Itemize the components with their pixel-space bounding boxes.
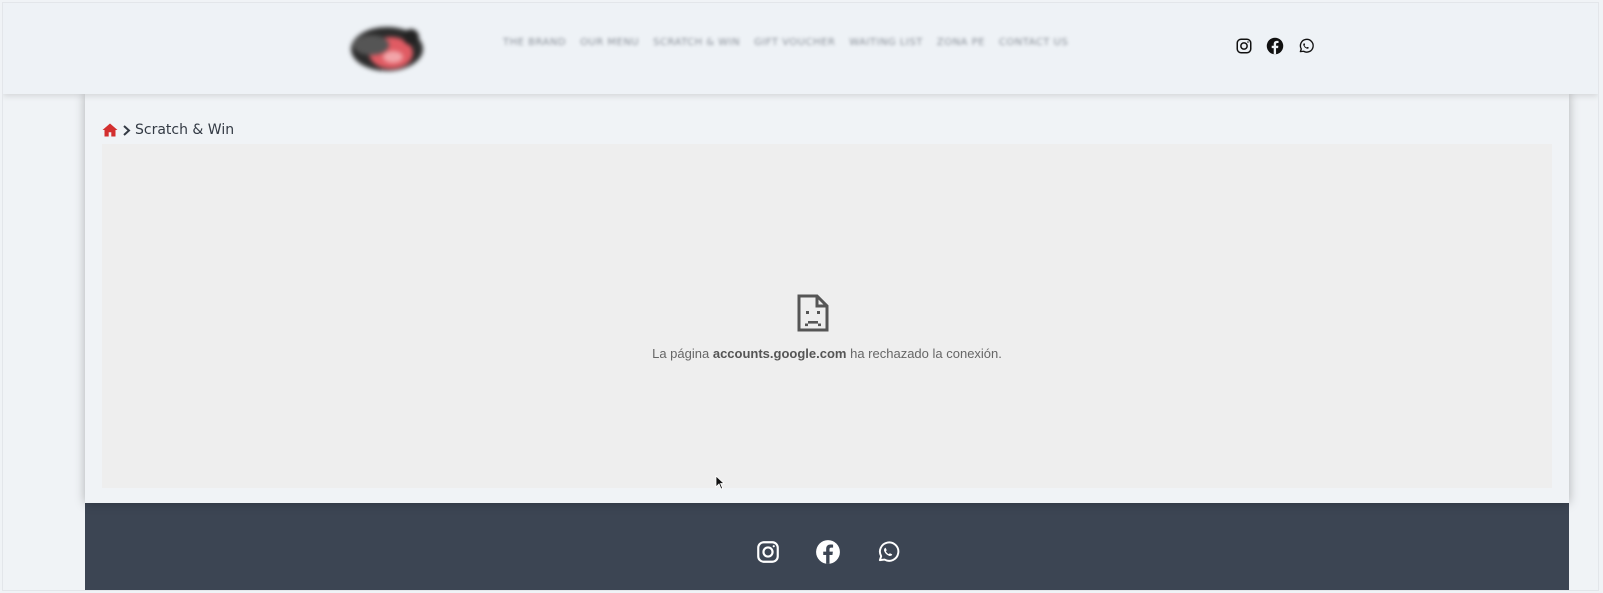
embedded-frame: La página accounts.google.com ha rechaza… — [102, 144, 1552, 488]
whatsapp-icon[interactable] — [1297, 37, 1315, 55]
home-icon[interactable] — [102, 123, 118, 137]
connection-refused-message: La página accounts.google.com ha rechaza… — [102, 346, 1552, 361]
nav-item-zona-pe[interactable]: ZONA PE — [937, 37, 985, 48]
site-footer — [85, 503, 1569, 590]
sad-file-icon — [797, 294, 829, 332]
instagram-icon[interactable] — [755, 539, 781, 565]
header-social-links — [1235, 37, 1315, 55]
error-host: accounts.google.com — [712, 346, 847, 361]
error-prefix: La página — [652, 346, 710, 361]
breadcrumb-current: Scratch & Win — [135, 122, 235, 138]
main-nav: THE BRAND OUR MENU SCRATCH & WIN GIFT VO… — [503, 37, 1068, 48]
nav-item-waiting-list[interactable]: WAITING LIST — [849, 37, 923, 48]
browser-viewport: THE BRAND OUR MENU SCRATCH & WIN GIFT VO… — [2, 2, 1599, 591]
error-suffix: ha rechazado la conexión. — [850, 346, 1002, 361]
nav-item-our-menu[interactable]: OUR MENU — [580, 37, 639, 48]
breadcrumb: Scratch & Win — [102, 122, 234, 138]
chevron-right-icon — [123, 124, 131, 136]
nav-item-gift-voucher[interactable]: GIFT VOUCHER — [754, 37, 835, 48]
nav-item-scratch-win[interactable]: SCRATCH & WIN — [653, 37, 740, 48]
content-card: Scratch & Win La página accounts.google.… — [85, 93, 1569, 503]
whatsapp-icon[interactable] — [875, 539, 901, 565]
brand-logo[interactable] — [341, 17, 429, 79]
facebook-icon[interactable] — [815, 539, 841, 565]
instagram-icon[interactable] — [1235, 37, 1253, 55]
site-header: THE BRAND OUR MENU SCRATCH & WIN GIFT VO… — [3, 3, 1598, 94]
nav-item-contact-us[interactable]: CONTACT US — [999, 37, 1068, 48]
footer-social-links — [755, 539, 901, 565]
facebook-icon[interactable] — [1266, 37, 1284, 55]
nav-item-the-brand[interactable]: THE BRAND — [503, 37, 566, 48]
